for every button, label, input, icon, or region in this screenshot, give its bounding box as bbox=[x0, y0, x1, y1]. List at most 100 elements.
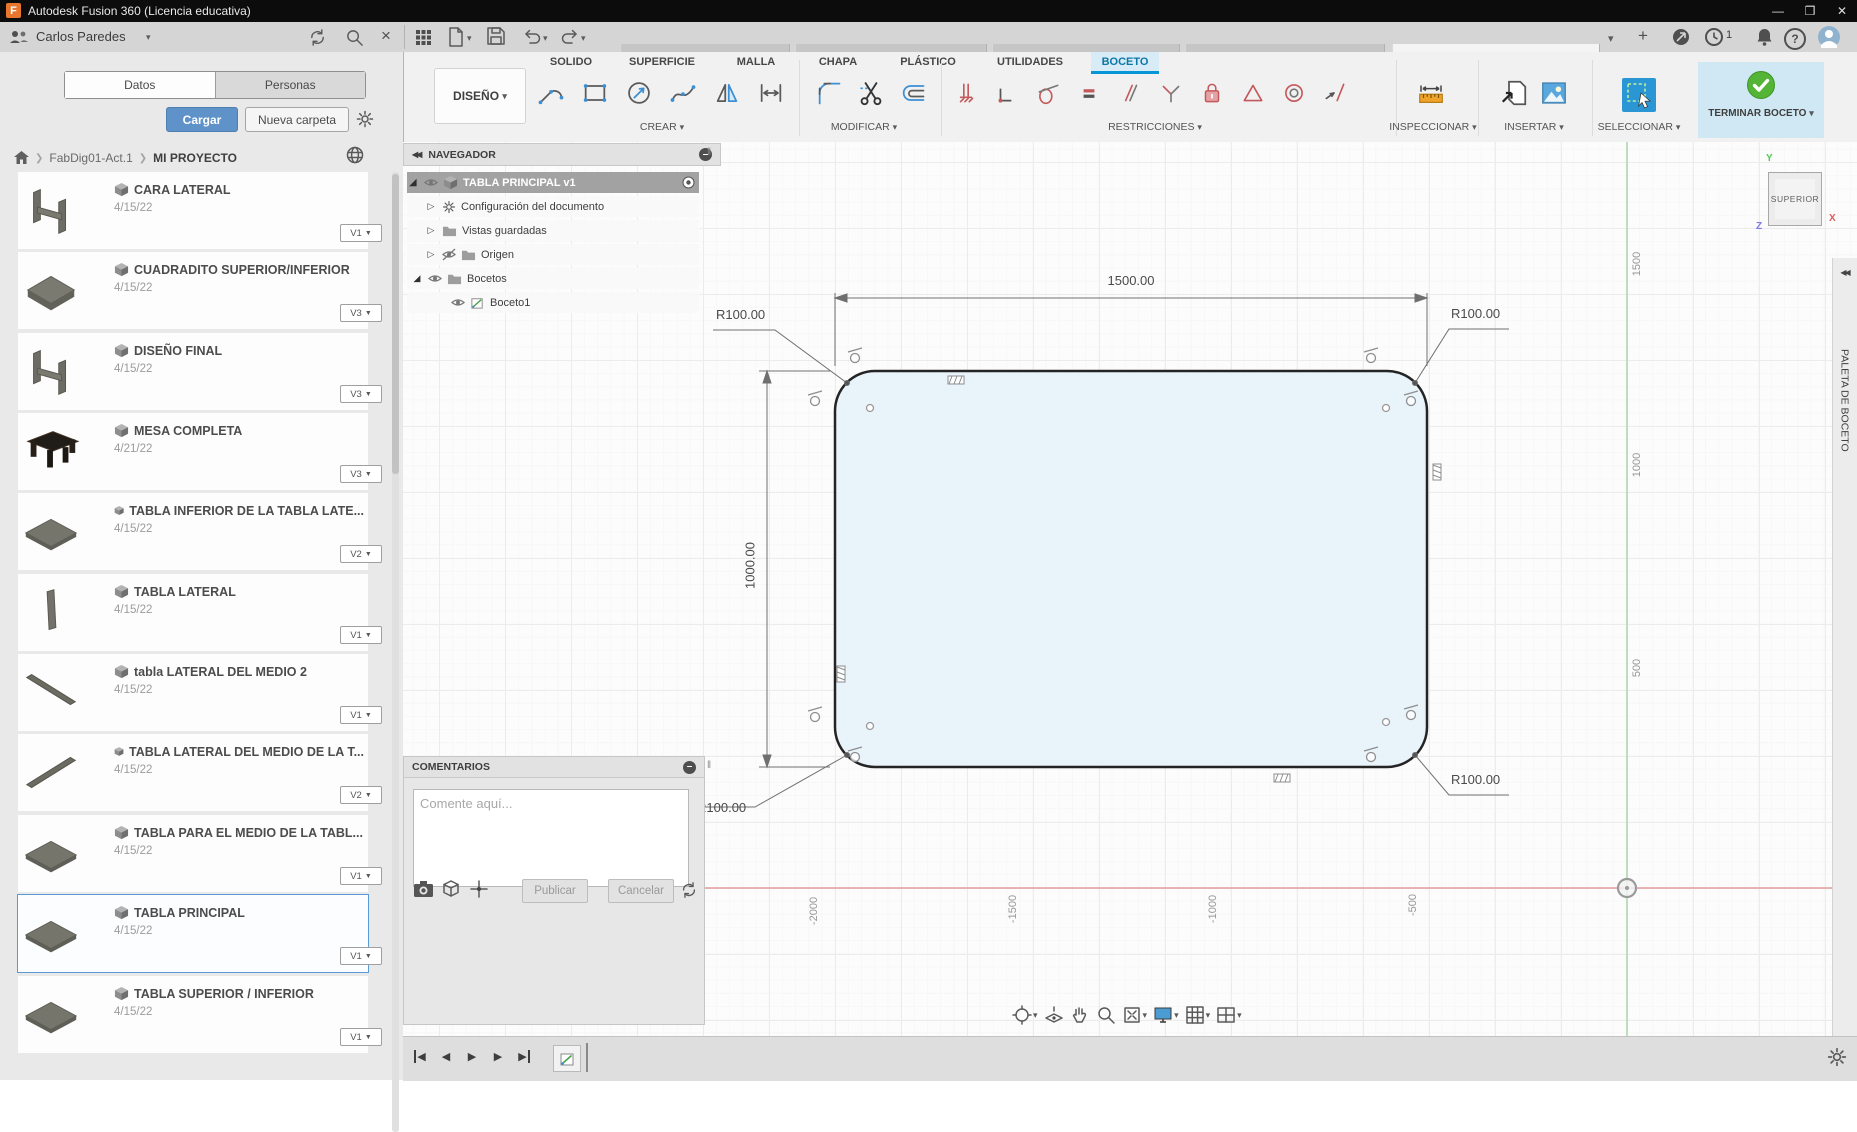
constraints-group-label[interactable]: RESTRICCIONES ▾ bbox=[1108, 121, 1202, 133]
version-dropdown[interactable]: V1▼ bbox=[340, 947, 382, 965]
list-item[interactable]: TABLA PARA EL MEDIO DE LA TABL... 4/15/2… bbox=[18, 815, 368, 892]
panel-minimize-icon[interactable]: – bbox=[683, 761, 696, 774]
scrollbar-thumb[interactable] bbox=[392, 174, 399, 474]
list-item[interactable]: MESA COMPLETA 4/21/22 V3▼ bbox=[18, 413, 368, 490]
dimension-height-label[interactable]: 1000.00 bbox=[743, 538, 758, 594]
version-dropdown[interactable]: V1▼ bbox=[340, 224, 382, 242]
redo-chevron-icon[interactable]: ▾ bbox=[581, 33, 586, 44]
new-folder-button[interactable]: Nueva carpeta bbox=[245, 107, 349, 132]
spline-tool-icon[interactable] bbox=[665, 74, 701, 112]
constraint-equal-icon[interactable] bbox=[1071, 74, 1107, 112]
circle-tool-icon[interactable] bbox=[621, 74, 657, 112]
user-menu-chevron-icon[interactable]: ▾ bbox=[146, 32, 151, 43]
attach-model-cube-icon[interactable] bbox=[442, 880, 460, 898]
job-status-clock-icon[interactable] bbox=[1705, 28, 1723, 46]
data-settings-gear-icon[interactable] bbox=[356, 110, 374, 128]
timeline-go-to-start-icon[interactable]: ◀ bbox=[409, 1045, 431, 1067]
insert-image-icon[interactable] bbox=[1536, 74, 1572, 112]
list-item[interactable]: TABLA SUPERIOR / INFERIOR 4/15/22 V1▼ bbox=[18, 976, 368, 1053]
version-dropdown[interactable]: V2▼ bbox=[340, 545, 382, 563]
orbit-chevron-icon[interactable]: ▾ bbox=[1033, 1010, 1038, 1021]
list-item[interactable]: TABLA LATERAL DEL MEDIO DE LA T... 4/15/… bbox=[18, 734, 368, 811]
viewports-chevron-icon[interactable]: ▾ bbox=[1237, 1010, 1242, 1021]
panel-grip-icon[interactable]: ‖ bbox=[707, 147, 711, 158]
version-dropdown[interactable]: V1▼ bbox=[340, 1028, 382, 1046]
user-name[interactable]: Carlos Paredes bbox=[36, 29, 126, 44]
extensions-icon[interactable] bbox=[1672, 28, 1690, 46]
constraint-parallel-icon[interactable] bbox=[1112, 74, 1148, 112]
comment-input[interactable] bbox=[413, 789, 689, 887]
offset-tool-icon[interactable] bbox=[895, 74, 931, 112]
radius-label-top-right[interactable]: R100.00 bbox=[1451, 306, 1507, 321]
version-dropdown[interactable]: V2▼ bbox=[340, 786, 382, 804]
workspace-selector[interactable]: DISEÑO ▾ bbox=[434, 68, 526, 124]
undo-chevron-icon[interactable]: ▾ bbox=[543, 33, 548, 44]
constraint-lock-icon[interactable] bbox=[1194, 74, 1230, 112]
constraint-concentric-icon[interactable] bbox=[1276, 74, 1312, 112]
radius-label-bottom-left[interactable]: R100.00 bbox=[697, 800, 753, 815]
constraint-polygon-icon[interactable] bbox=[1235, 74, 1271, 112]
shared-globe-icon[interactable] bbox=[346, 146, 364, 164]
zoom-fit-icon[interactable]: ▾ bbox=[1122, 1005, 1148, 1025]
timeline-step-forward-icon[interactable]: ▶ bbox=[487, 1045, 509, 1067]
constraint-tangent-icon[interactable] bbox=[1030, 74, 1066, 112]
select-tool[interactable] bbox=[1622, 78, 1656, 112]
constraint-symmetry-icon[interactable] bbox=[1317, 74, 1353, 112]
visibility-eye-icon[interactable] bbox=[451, 296, 465, 309]
breadcrumb-folder[interactable]: MI PROYECTO bbox=[153, 151, 237, 165]
finish-sketch-button[interactable]: TERMINAR BOCETO ▾ bbox=[1698, 62, 1824, 138]
notifications-bell-icon[interactable] bbox=[1756, 28, 1773, 46]
redo-icon[interactable] bbox=[560, 28, 580, 46]
insert-group-label[interactable]: INSERTAR ▾ bbox=[1504, 121, 1564, 133]
collapsed-triangle-icon[interactable]: ▷ bbox=[425, 201, 437, 212]
zoom-icon[interactable] bbox=[1096, 1005, 1116, 1025]
expanded-triangle-icon[interactable]: ◢ bbox=[407, 177, 419, 188]
timeline-position-marker[interactable] bbox=[586, 1043, 588, 1072]
pan-icon[interactable] bbox=[1070, 1005, 1090, 1025]
expand-palette-icon[interactable]: ◀◀ bbox=[1832, 260, 1857, 284]
close-panel-icon[interactable]: × bbox=[381, 26, 391, 46]
mirror-tool-icon[interactable] bbox=[709, 74, 745, 112]
tab-datos[interactable]: Datos bbox=[65, 72, 215, 98]
version-dropdown[interactable]: V1▼ bbox=[340, 706, 382, 724]
create-group-label[interactable]: CREAR ▾ bbox=[640, 121, 684, 133]
line-tool-icon[interactable] bbox=[533, 74, 569, 112]
version-dropdown[interactable]: V3▼ bbox=[340, 304, 382, 322]
constraint-horizontal-vertical-icon[interactable] bbox=[989, 74, 1025, 112]
pin-marker-icon[interactable] bbox=[470, 880, 488, 898]
navigator-header[interactable]: ◀◀ NAVEGADOR – bbox=[403, 143, 721, 166]
select-group-label[interactable]: SELECCIONAR ▾ bbox=[1598, 121, 1681, 133]
new-document-icon[interactable] bbox=[448, 27, 464, 47]
grid-menu-icon[interactable] bbox=[415, 29, 432, 46]
list-item[interactable]: tabla LATERAL DEL MEDIO 2 4/15/22 V1▼ bbox=[18, 654, 368, 731]
visibility-eye-off-icon[interactable] bbox=[442, 248, 456, 261]
list-item-selected[interactable]: TABLA PRINCIPAL 4/15/22 V1▼ bbox=[18, 895, 368, 972]
people-icon[interactable] bbox=[9, 29, 29, 45]
list-item[interactable]: TABLA INFERIOR DE LA TABLA LATE... 4/15/… bbox=[18, 493, 368, 570]
tab-personas[interactable]: Personas bbox=[215, 72, 366, 98]
radius-label-bottom-right[interactable]: R100.00 bbox=[1451, 772, 1507, 787]
orbit-icon[interactable]: ▾ bbox=[1012, 1005, 1038, 1025]
timeline-step-back-icon[interactable]: ◀ bbox=[435, 1045, 457, 1067]
navigator-node[interactable]: ▷ Configuración del documento bbox=[407, 196, 699, 217]
expanded-triangle-icon[interactable]: ◢ bbox=[411, 273, 423, 284]
collapsed-triangle-icon[interactable]: ▷ bbox=[425, 225, 437, 236]
maximize-button[interactable]: ❒ bbox=[1795, 0, 1825, 22]
zoom-fit-chevron-icon[interactable]: ▾ bbox=[1143, 1010, 1148, 1021]
ribbon-tab-malla[interactable]: MALLA bbox=[737, 56, 776, 72]
display-settings-icon[interactable]: ▾ bbox=[1153, 1005, 1179, 1025]
version-dropdown[interactable]: V1▼ bbox=[340, 626, 382, 644]
save-icon[interactable] bbox=[487, 27, 505, 45]
home-icon[interactable] bbox=[14, 151, 29, 165]
breadcrumb-project[interactable]: FabDig01-Act.1 bbox=[49, 151, 132, 165]
undo-icon[interactable] bbox=[522, 28, 542, 46]
modify-group-label[interactable]: MODIFICAR ▾ bbox=[831, 121, 897, 133]
ribbon-tab-solido[interactable]: SOLIDO bbox=[550, 56, 592, 72]
activate-radio-icon[interactable] bbox=[682, 176, 695, 189]
layout-grid-chevron-icon[interactable]: ▾ bbox=[1206, 1010, 1211, 1021]
visibility-eye-icon[interactable] bbox=[424, 176, 438, 189]
navigator-leaf-sketch[interactable]: Boceto1 bbox=[407, 292, 699, 313]
version-dropdown[interactable]: V3▼ bbox=[340, 465, 382, 483]
measure-tool-icon[interactable] bbox=[1413, 74, 1449, 112]
version-dropdown[interactable]: V1▼ bbox=[340, 867, 382, 885]
